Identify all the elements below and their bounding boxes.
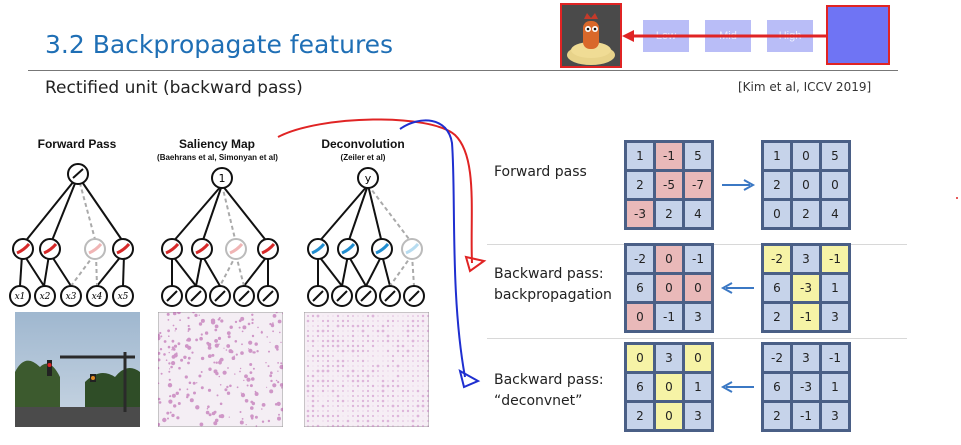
matrix-cell: -1: [793, 403, 819, 429]
row-label-deconvnet: Backward pass: “deconvnet”: [494, 372, 604, 409]
matrix-right-row1: 105200024: [761, 140, 851, 230]
matrix-cell: 1: [627, 143, 653, 169]
matrix-cell: 3: [793, 246, 819, 272]
matrix-cell: 2: [627, 172, 653, 198]
matrix-cell: -3: [793, 374, 819, 400]
svg-text:x5: x5: [118, 292, 129, 302]
matrix-cell: 0: [685, 275, 711, 301]
matrix-cell: 2: [764, 172, 790, 198]
matrix-left-row3: 030601203: [624, 342, 714, 432]
matrix-cell: 6: [627, 275, 653, 301]
matrix-cell: 2: [656, 201, 682, 227]
matrix-cell: 0: [656, 275, 682, 301]
matrix-cell: 0: [656, 246, 682, 272]
matrix-cell: -1: [793, 304, 819, 330]
matrix-cell: 0: [685, 345, 711, 371]
matrix-cell: 0: [656, 403, 682, 429]
matrix-cell: 0: [656, 374, 682, 400]
row-arrow-right: [722, 179, 756, 191]
matrix-cell: -7: [685, 172, 711, 198]
matrix-cell: -2: [764, 246, 790, 272]
row-label-forward: Forward pass: [494, 164, 587, 180]
matrix-cell: 3: [685, 403, 711, 429]
matrix-cell: 3: [656, 345, 682, 371]
matrix-cell: 2: [627, 403, 653, 429]
level-arrow: [622, 30, 828, 42]
svg-text:x3: x3: [66, 292, 77, 302]
toy-photo-image: [562, 5, 620, 66]
citation: [Kim et al, ICCV 2019]: [738, 80, 872, 94]
matrix-cell: 5: [685, 143, 711, 169]
street-photo: [15, 312, 140, 427]
saliency-top-node: 1: [211, 167, 233, 189]
matrix-cell: 3: [793, 345, 819, 371]
matrix-cell: 6: [764, 374, 790, 400]
matrix-cell: 6: [627, 374, 653, 400]
matrix-cell: 1: [764, 143, 790, 169]
matrix-cell: 0: [822, 172, 848, 198]
hand-annotations: [277, 118, 487, 389]
matrix-cell: 0: [793, 172, 819, 198]
matrix-cell: -2: [627, 246, 653, 272]
matrix-cell: -1: [685, 246, 711, 272]
matrix-cell: 3: [685, 304, 711, 330]
matrix-cell: -5: [656, 172, 682, 198]
svg-text:1: 1: [219, 172, 226, 185]
title-divider: [28, 70, 898, 71]
row-label-backprop: Backward pass: backpropagation: [494, 266, 612, 303]
forward-hidden-nodes: [12, 238, 134, 260]
row-arrow-left: [720, 282, 754, 294]
matrix-cell: -1: [822, 345, 848, 371]
matrix-cell: 0: [627, 345, 653, 371]
matrix-cell: 4: [685, 201, 711, 227]
svg-text:x1: x1: [15, 292, 26, 302]
matrix-cell: 4: [822, 201, 848, 227]
svg-text:x2: x2: [40, 292, 51, 302]
matrix-right-row3: -2 3 -1 6 -3 1 2 -1 3: [761, 342, 851, 432]
row-arrow-left: [720, 381, 754, 393]
matrix-cell: -1: [822, 246, 848, 272]
matrix-cell: -2: [764, 345, 790, 371]
matrix-cell: -1: [656, 143, 682, 169]
matrix-cell: 3: [822, 403, 848, 429]
matrix-cell: 6: [764, 275, 790, 301]
matrix-left-row1: 1 -1 5 2 -5 -7 -3 2 4: [624, 140, 714, 230]
deep-layer-box: [826, 5, 890, 65]
row-divider-2: [487, 338, 907, 339]
matrix-cell: 1: [685, 374, 711, 400]
matrix-cell: 5: [822, 143, 848, 169]
matrix-cell: 0: [764, 201, 790, 227]
stray-mark: [956, 197, 958, 199]
matrix-cell: 2: [764, 304, 790, 330]
forward-top-node: [67, 163, 89, 185]
matrix-cell: 2: [793, 201, 819, 227]
matrix-cell: 3: [822, 304, 848, 330]
panel-title-forward: Forward Pass: [37, 137, 117, 151]
matrix-cell: 2: [764, 403, 790, 429]
matrix-left-row2: -2 0 -1 6 0 0 0 -1 3: [624, 243, 714, 333]
matrix-cell: 0: [793, 143, 819, 169]
forward-input-nodes: x1 x2 x3 x4 x5: [9, 285, 134, 307]
matrix-cell: -1: [656, 304, 682, 330]
matrix-cell: -3: [793, 275, 819, 301]
matrix-cell: 1: [822, 275, 848, 301]
toy-photo-thumbnail: [560, 3, 622, 68]
matrix-cell: 1: [822, 374, 848, 400]
slide-title: 3.2 Backpropagate features: [45, 30, 394, 59]
svg-text:x4: x4: [92, 292, 103, 302]
slide-subtitle: Rectified unit (backward pass): [45, 78, 303, 98]
matrix-right-row2: -2 3 -1 6 -3 1 2 -1 3: [761, 243, 851, 333]
matrix-cell: 0: [627, 304, 653, 330]
matrix-cell: -3: [627, 201, 653, 227]
